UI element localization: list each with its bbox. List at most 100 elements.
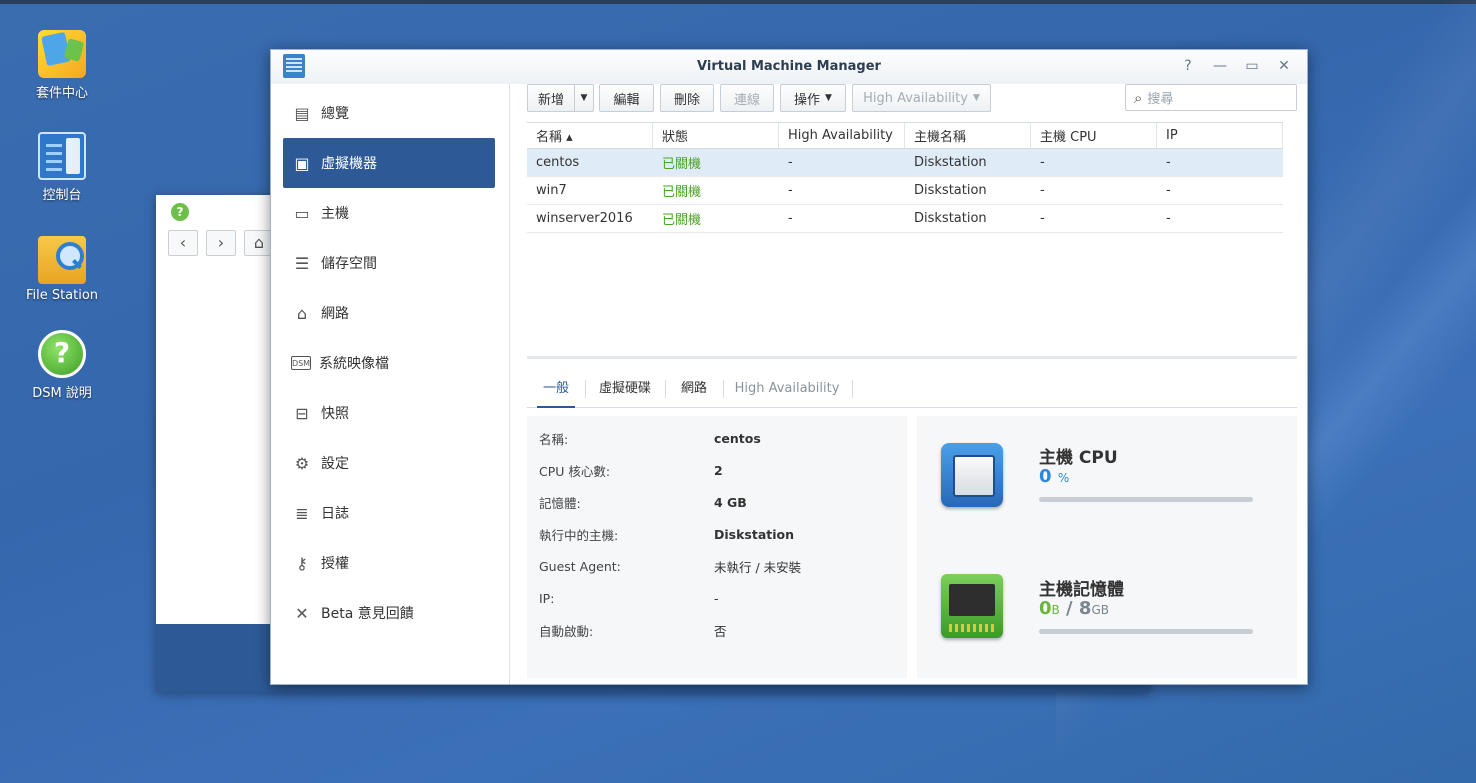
tab-general[interactable]: 一般	[537, 372, 575, 408]
log-icon: ≣	[295, 503, 309, 523]
sidebar-item-image[interactable]: DSM 系統映像檔	[283, 338, 495, 388]
sidebar-item-label: 網路	[321, 306, 349, 322]
tab-separator	[852, 380, 853, 398]
chevron-down-icon: ▼	[580, 93, 588, 103]
sidebar-item-host[interactable]: ▭ 主機	[283, 188, 495, 238]
info-key: 名稱:	[539, 431, 569, 447]
connect-button-label: 連線	[733, 92, 760, 108]
overview-icon: ▤	[294, 103, 310, 123]
sidebar-item-network[interactable]: ⌂ 網路	[283, 288, 495, 338]
desktop-icon-control-panel[interactable]: 控制台	[18, 132, 106, 203]
cpu-value: 0	[1039, 466, 1052, 487]
info-row-autostart: 自動啟動: 否	[539, 620, 727, 640]
create-button[interactable]: 新增	[527, 84, 575, 112]
toolbar: 新增 ▼ 編輯 刪除 連線 操作 ▼ High Availability ▼ ⌕…	[527, 84, 1307, 114]
chevron-down-icon: ▼	[972, 93, 980, 103]
memory-meter-title: 主機記憶體	[1039, 580, 1124, 600]
sidebar-item-log[interactable]: ≣ 日誌	[283, 488, 495, 538]
memory-meter-value: 0B / 8GB	[1039, 598, 1109, 619]
sidebar-item-label: 儲存空間	[321, 256, 377, 272]
tab-high-availability[interactable]: High Availability	[731, 372, 843, 408]
sidebar-item-virtual-machine[interactable]: ▣ 虛擬機器	[283, 138, 495, 188]
sidebar-item-label: 設定	[321, 456, 349, 472]
connect-button[interactable]: 連線	[720, 84, 774, 112]
cpu-meter-value: 0 %	[1039, 466, 1069, 487]
title-bar[interactable]: Virtual Machine Manager ? — ▭ ✕	[271, 50, 1307, 84]
image-icon: DSM	[291, 356, 311, 370]
storage-icon: ☰	[294, 253, 310, 273]
desktop-icon-file-station[interactable]: File Station	[18, 230, 106, 303]
network-icon: ⌂	[296, 303, 308, 323]
info-key: 記憶體:	[539, 495, 581, 511]
memory-separator: /	[1066, 598, 1073, 619]
search-input[interactable]: ⌕ 搜尋	[1125, 84, 1297, 111]
column-header-status[interactable]: 狀態	[653, 123, 779, 148]
cpu-meter-title: 主機 CPU	[1039, 448, 1118, 468]
table-row[interactable]: winserver2016 已關機 - Diskstation - -	[527, 205, 1283, 233]
sidebar-item-label: 主機	[321, 206, 349, 222]
sidebar-item-snapshot[interactable]: ⊟ 快照	[283, 388, 495, 438]
forward-button[interactable]: ›	[206, 230, 236, 256]
tab-network[interactable]: 網路	[673, 372, 715, 408]
help-icon[interactable]: ?	[171, 203, 189, 221]
sidebar-item-beta-feedback[interactable]: ✕ Beta 意見回饋	[283, 588, 495, 638]
cpu-usage-bar	[1039, 497, 1253, 502]
info-row-guest-agent: Guest Agent: 未執行 / 未安裝	[539, 556, 801, 576]
delete-button[interactable]: 刪除	[660, 84, 714, 112]
info-value: 否	[714, 623, 727, 639]
info-value: 2	[714, 462, 723, 478]
high-availability-button[interactable]: High Availability ▼	[852, 84, 991, 112]
info-key: 執行中的主機:	[539, 527, 619, 543]
minimize-icon[interactable]: —	[1209, 56, 1231, 76]
create-dropdown-button[interactable]: ▼	[574, 84, 594, 112]
sidebar-item-overview[interactable]: ▤ 總覽	[283, 88, 495, 138]
detail-tabs: 一般 虛擬硬碟 網路 High Availability	[527, 372, 1297, 408]
column-header-host-cpu[interactable]: 主機 CPU	[1031, 123, 1157, 148]
host-icon: ▭	[294, 203, 310, 223]
edit-button-label: 編輯	[613, 92, 640, 108]
search-icon: ⌕	[1134, 88, 1143, 107]
vm-ha-cell: -	[788, 211, 793, 226]
table-row[interactable]: win7 已關機 - Diskstation - -	[527, 177, 1283, 205]
vm-status-cell: 已關機	[662, 213, 702, 228]
back-button[interactable]: ‹	[168, 230, 198, 256]
desktop-icon-dsm-help[interactable]: ? DSM 說明	[18, 330, 106, 401]
sidebar-item-settings[interactable]: ⚙ 設定	[283, 438, 495, 488]
sidebar-item-storage[interactable]: ☰ 儲存空間	[283, 238, 495, 288]
column-header-ip[interactable]: IP	[1157, 123, 1283, 148]
close-icon[interactable]: ✕	[1273, 56, 1295, 76]
action-button[interactable]: 操作 ▼	[780, 84, 846, 112]
edit-button[interactable]: 編輯	[599, 84, 654, 112]
column-header-host-name[interactable]: 主機名稱	[905, 123, 1031, 148]
settings-gear-icon: ⚙	[294, 453, 310, 473]
desktop-icon-label: 套件中心	[35, 86, 88, 101]
maximize-icon[interactable]: ▭	[1241, 56, 1263, 76]
tab-virtual-disk[interactable]: 虛擬硬碟	[593, 372, 657, 408]
action-button-label: 操作	[794, 92, 821, 108]
sidebar-item-license[interactable]: ⚷ 授權	[283, 538, 495, 588]
sidebar-item-label: 總覽	[321, 106, 349, 122]
snapshot-icon: ⊟	[295, 403, 309, 423]
table-row[interactable]: centos 已關機 - Diskstation - -	[527, 149, 1283, 177]
sidebar-item-label: 快照	[321, 406, 349, 422]
column-header-name[interactable]: 名稱 ▴	[527, 123, 653, 148]
vm-name-cell: win7	[536, 183, 567, 198]
info-row-ip: IP: -	[539, 588, 719, 608]
feedback-wrench-icon: ✕	[295, 603, 309, 623]
desktop-top-bar	[0, 0, 1476, 4]
info-value: 4 GB	[714, 494, 747, 510]
vm-host-cell: Diskstation	[914, 155, 987, 170]
sidebar-item-label: Beta 意見回饋	[321, 606, 414, 622]
desktop-icon-label: File Station	[25, 288, 99, 303]
desktop-icon-label: DSM 說明	[32, 386, 92, 401]
help-icon[interactable]: ?	[1177, 56, 1199, 76]
vm-ip-cell: -	[1166, 183, 1171, 198]
vm-ip-cell: -	[1166, 155, 1171, 170]
panel-splitter[interactable]	[527, 356, 1297, 359]
column-header-high-availability[interactable]: High Availability	[779, 123, 905, 148]
cpu-unit: %	[1057, 471, 1070, 485]
virtual-machine-icon: ▣	[294, 153, 310, 173]
memory-used-value: 0	[1039, 598, 1052, 619]
sidebar-item-label: 授權	[321, 556, 349, 572]
desktop-icon-package-center[interactable]: 套件中心	[18, 30, 106, 101]
